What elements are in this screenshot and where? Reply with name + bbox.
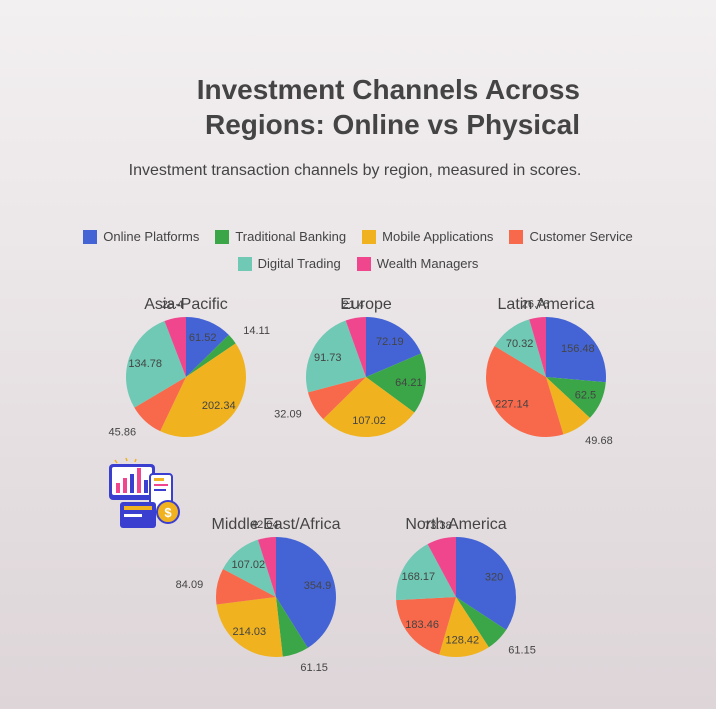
- data-label: 21.4: [343, 299, 364, 311]
- investment-finance-logo-icon: $: [109, 457, 180, 528]
- data-label: 214.03: [232, 626, 266, 638]
- data-label: 128.42: [446, 635, 480, 647]
- data-label: 107.02: [231, 559, 265, 571]
- pie-middle-east-africa: Middle East/Africa354.961.15214.0384.091…: [176, 516, 341, 674]
- data-label: 320: [485, 571, 503, 583]
- data-label: 72.19: [376, 336, 404, 348]
- data-label: 107.02: [352, 415, 386, 427]
- data-label: 354.9: [304, 580, 332, 592]
- data-label: 183.46: [405, 619, 439, 631]
- data-label: 64.21: [395, 377, 423, 389]
- data-label: 49.68: [585, 435, 613, 447]
- data-label: 84.09: [176, 579, 204, 591]
- pie-title: Asia-Pacific: [144, 296, 228, 313]
- data-label: 62.5: [575, 390, 596, 402]
- data-label: 32.09: [274, 409, 302, 421]
- data-label: 61.52: [189, 332, 217, 344]
- data-label: 227.14: [495, 399, 529, 411]
- pie-europe: Europe72.1964.21107.0232.0991.7321.4: [274, 296, 427, 437]
- data-label: 202.34: [202, 400, 236, 412]
- data-label: 168.17: [402, 571, 436, 583]
- data-label: 28.4: [162, 299, 183, 311]
- data-label: 156.48: [561, 343, 595, 355]
- data-label: 61.15: [508, 644, 536, 656]
- pie-north-america: North America 320 61.15 128.42 183.46 168.17 7…: [396, 516, 536, 658]
- pie-title: North America: [405, 516, 506, 533]
- pie-asia-pacific: Asia-Pacific 61.52 14.11 202.34 45.86 134.78 2…: [109, 296, 270, 439]
- data-label: 14.11: [243, 325, 270, 337]
- data-label: 42.04: [251, 519, 279, 531]
- data-label: 45.86: [109, 427, 137, 439]
- data-label: 73.38: [424, 520, 452, 532]
- data-label: 61.15: [300, 662, 328, 674]
- data-label: 26.76: [522, 299, 550, 311]
- data-label: 134.78: [128, 358, 162, 370]
- svg-text:$: $: [164, 505, 172, 520]
- data-label: 91.73: [314, 352, 342, 364]
- pie-charts: Asia-Pacific 61.52 14.11 202.34 45.86 134.78 2…: [109, 296, 613, 674]
- data-label: 70.32: [506, 338, 534, 350]
- pie-latin-america: Latin America156.4862.549.68227.1470.322…: [486, 296, 613, 447]
